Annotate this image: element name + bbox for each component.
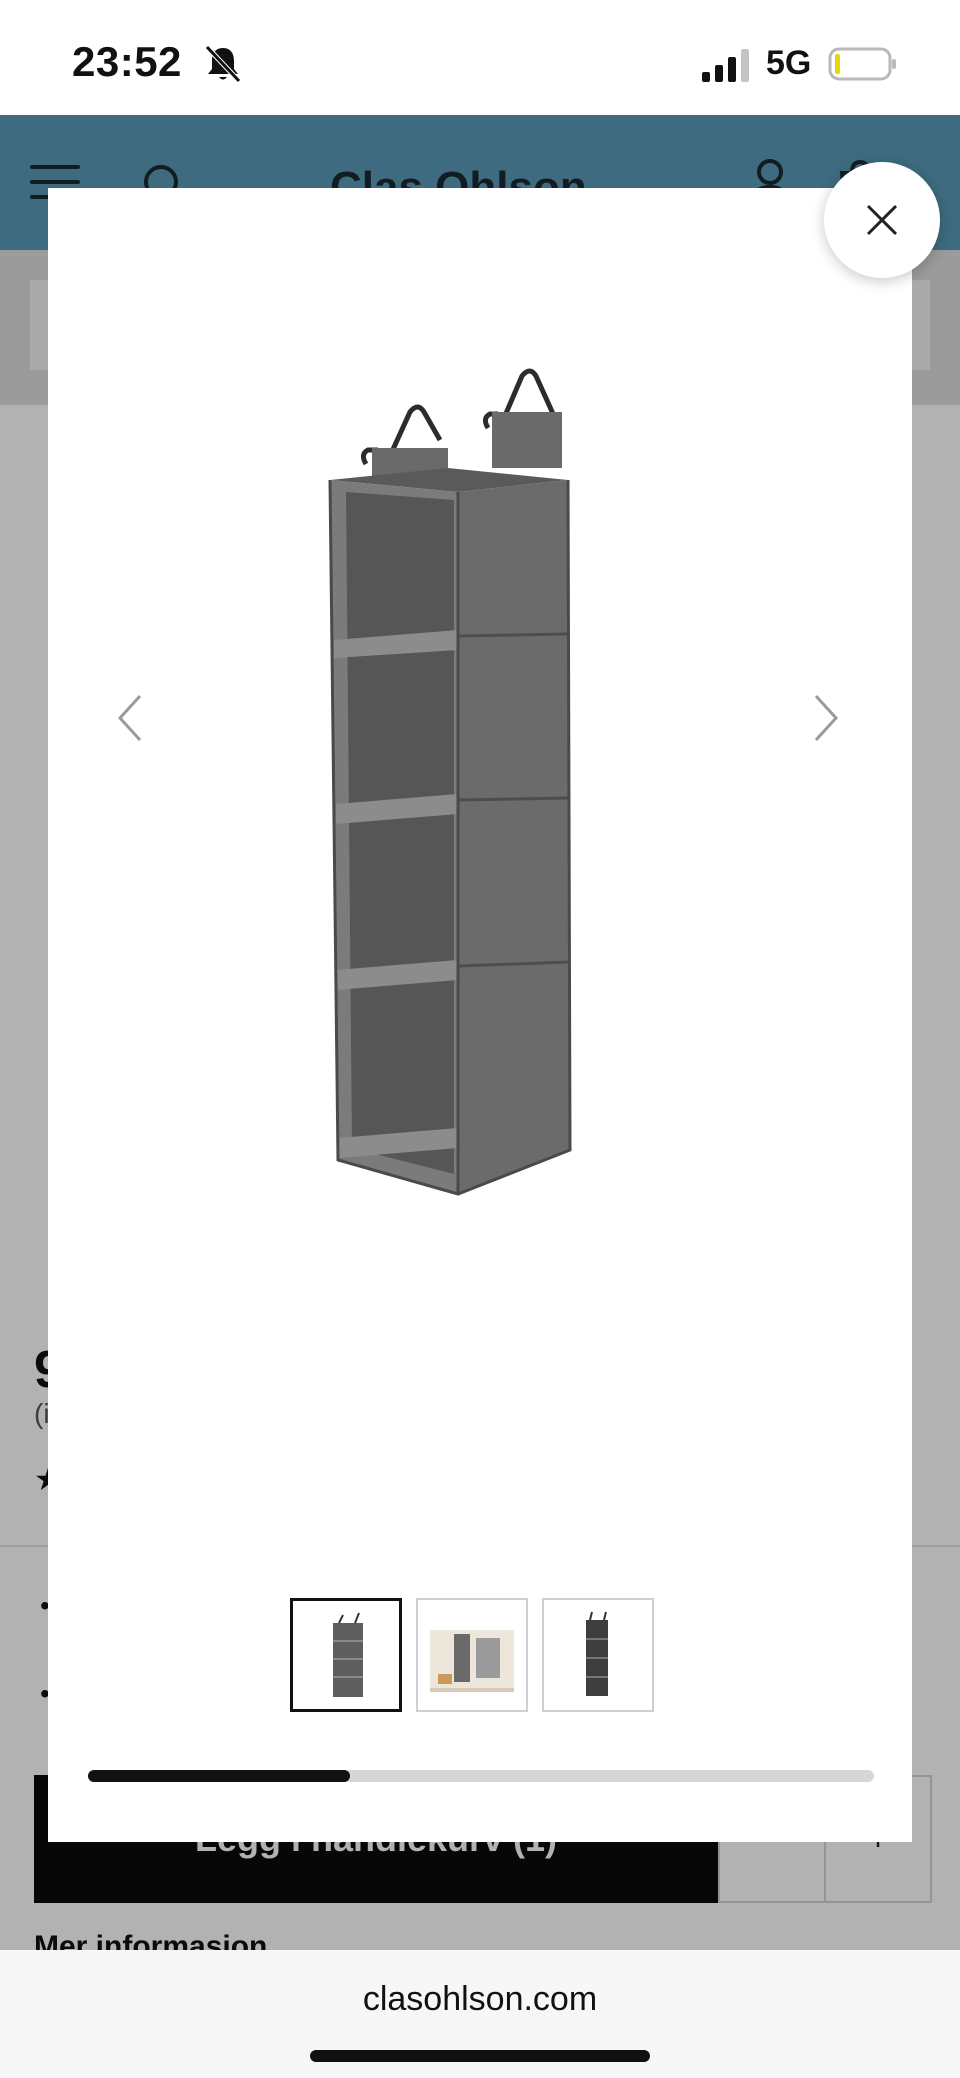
image-gallery-modal xyxy=(48,188,912,1842)
close-icon xyxy=(866,204,898,236)
thumbnail-3[interactable] xyxy=(542,1598,654,1712)
signal-icon xyxy=(702,49,749,82)
chevron-right-icon[interactable] xyxy=(806,688,846,748)
thumbnail-1[interactable] xyxy=(290,1598,402,1712)
thumbnail-image xyxy=(586,1611,608,1696)
home-indicator[interactable] xyxy=(310,2050,650,2062)
status-time: 23:52 xyxy=(72,38,182,85)
gallery-progress-fill xyxy=(88,1770,350,1782)
gallery-progress-bar xyxy=(88,1770,874,1782)
thumbnail-strip xyxy=(290,1598,670,1712)
thumbnail-2[interactable] xyxy=(416,1598,528,1712)
chevron-left-icon[interactable] xyxy=(110,688,150,748)
thumbnail-image xyxy=(430,1630,514,1692)
browser-url-bar: clasohlson.com xyxy=(0,1950,960,2078)
close-button[interactable] xyxy=(824,162,940,278)
thumbnail-image xyxy=(333,1612,363,1697)
network-type: 5G xyxy=(766,44,812,82)
status-bar: 23:52 5G xyxy=(0,0,960,115)
url-domain[interactable]: clasohlson.com xyxy=(0,1980,960,2019)
bell-slash-icon xyxy=(205,45,241,83)
battery-icon xyxy=(828,47,896,81)
product-image xyxy=(328,368,572,1196)
